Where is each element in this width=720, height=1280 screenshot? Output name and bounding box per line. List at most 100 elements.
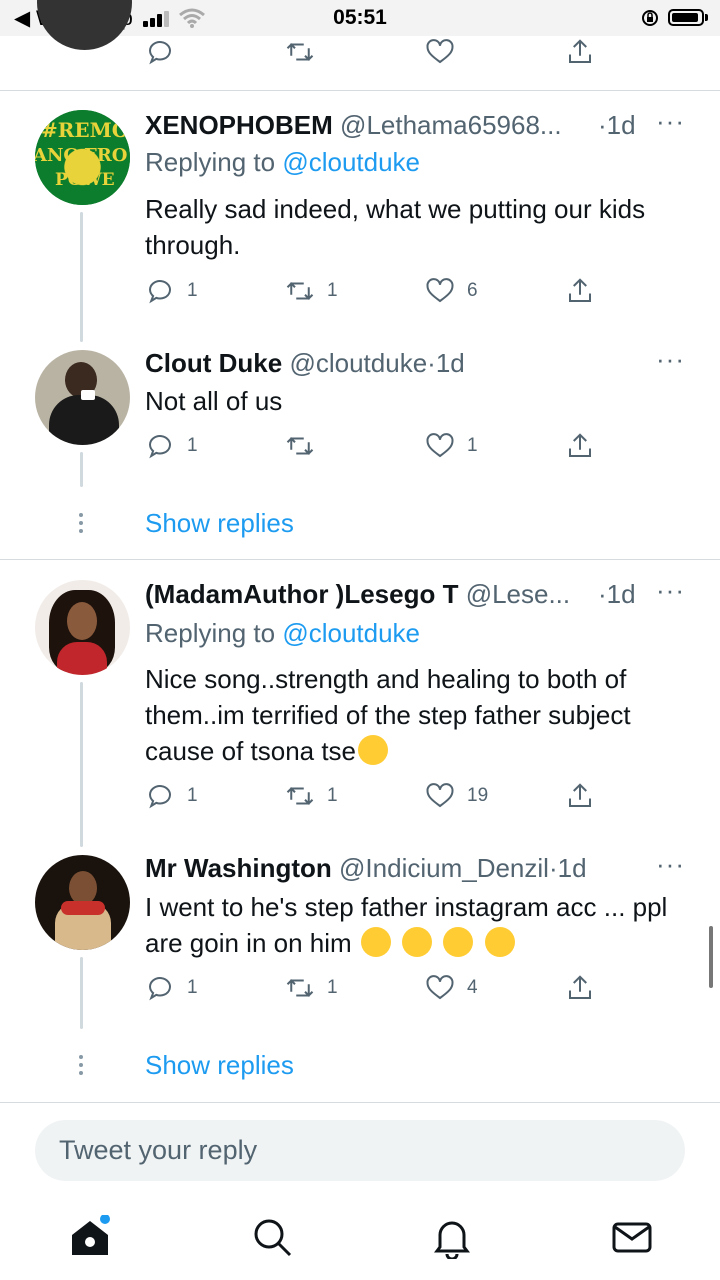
retweet-button[interactable]: 1 [285, 972, 338, 1004]
author-handle[interactable]: @Indicium_Denzil [339, 853, 549, 883]
author-name[interactable]: Mr Washington [145, 853, 332, 883]
reply-button[interactable] [145, 36, 175, 68]
show-replies-link[interactable]: Show replies [145, 508, 294, 539]
share-button[interactable] [565, 780, 595, 812]
bell-icon[interactable] [430, 1215, 474, 1259]
retweet-icon [286, 979, 314, 997]
reply-count: 1 [187, 785, 198, 806]
retweet-count: 1 [327, 977, 338, 998]
tweet-text: Not all of us [145, 386, 283, 416]
smiley-emoji-icon [360, 927, 391, 957]
tweet-text: Nice song..strength and healing to both … [145, 661, 700, 769]
author-line: XENOPHOBEM @Lethama65968... [145, 110, 562, 141]
smiley-emoji-icon [443, 927, 474, 957]
retweet-icon [286, 437, 314, 455]
divider [0, 90, 720, 91]
like-button[interactable] [425, 36, 455, 68]
tweet-reply-input[interactable] [57, 1134, 661, 1167]
replying-to-label: Replying to [145, 618, 276, 648]
scrollbar[interactable] [709, 926, 713, 988]
retweet-button[interactable] [285, 430, 327, 462]
replying-to-label: Replying to [145, 147, 276, 177]
laughing-emoji-icon [402, 927, 433, 957]
replying-to-handle[interactable]: @cloutduke [282, 618, 420, 648]
avatar-logo-text: #REMO [41, 118, 130, 142]
author-handle[interactable]: @Lese... [466, 579, 570, 609]
retweet-count: 1 [327, 280, 338, 301]
home-icon[interactable] [68, 1215, 112, 1259]
reply-icon [148, 435, 171, 459]
author-name[interactable]: Clout Duke [145, 348, 282, 378]
like-icon [426, 433, 454, 458]
reply-count: 1 [187, 977, 198, 998]
tweet-age: ·1d [427, 348, 465, 378]
like-button[interactable]: 1 [425, 430, 478, 462]
retweet-button[interactable]: 1 [285, 780, 338, 812]
share-button[interactable] [565, 275, 595, 307]
thread-line [80, 957, 83, 1029]
like-button[interactable]: 6 [425, 275, 478, 307]
reply-button[interactable]: 1 [145, 275, 198, 307]
share-icon [569, 783, 591, 807]
replying-to: Replying to @cloutduke [145, 618, 420, 649]
tweet-text: Really sad indeed, what we putting our k… [145, 194, 646, 260]
like-button[interactable]: 19 [425, 780, 488, 812]
avatar[interactable] [35, 855, 130, 950]
divider [0, 559, 720, 560]
author-handle[interactable]: @Lethama65968... [340, 110, 562, 140]
avatar[interactable] [35, 350, 130, 445]
mail-icon[interactable] [610, 1215, 654, 1259]
retweet-button[interactable]: 1 [285, 275, 338, 307]
reply-button[interactable]: 1 [145, 780, 198, 812]
reply-button[interactable]: 1 [145, 430, 198, 462]
tweet-text: I went to he's step father instagram acc… [145, 889, 700, 961]
thread-line [80, 212, 83, 342]
thread-more-dots [79, 1055, 85, 1079]
like-count: 19 [467, 785, 489, 806]
like-icon [426, 278, 454, 303]
reply-count: 1 [187, 435, 198, 456]
share-icon [569, 433, 591, 457]
more-options-button[interactable]: ··· [656, 106, 685, 137]
like-button[interactable]: 4 [425, 972, 478, 1004]
replying-to: Replying to @cloutduke [145, 147, 420, 178]
orientation-lock-icon [642, 10, 658, 26]
avatar[interactable] [37, 0, 132, 50]
more-options-button[interactable]: ··· [656, 575, 685, 606]
share-button[interactable] [565, 430, 595, 462]
like-icon [426, 39, 454, 64]
like-count: 1 [467, 435, 478, 456]
retweet-icon [286, 282, 314, 300]
author-name[interactable]: (MadamAuthor )Lesego T [145, 579, 458, 609]
laughing-emoji-icon [484, 927, 515, 957]
author-name[interactable]: XENOPHOBEM [145, 110, 333, 140]
thread-more-dots [79, 513, 85, 537]
retweet-icon [286, 787, 314, 805]
more-options-button[interactable]: ··· [656, 849, 685, 880]
reply-icon [148, 280, 171, 304]
reply-button[interactable]: 1 [145, 972, 198, 1004]
tweet-age: ·1d [548, 853, 587, 883]
reply-box[interactable] [35, 1120, 685, 1181]
share-button[interactable] [565, 36, 595, 68]
avatar-logo-text: ANC FRO [35, 145, 128, 166]
author-line: Clout Duke @cloutduke·1d [145, 348, 465, 379]
tweet-age: ·1d [598, 579, 636, 609]
avatar[interactable]: #REMO ANC FRO POWE [35, 110, 130, 205]
avatar[interactable] [35, 580, 130, 675]
share-button[interactable] [565, 972, 595, 1004]
author-handle[interactable]: @cloutduke [289, 348, 427, 378]
reply-icon [148, 977, 171, 1001]
retweet-icon [286, 43, 314, 61]
more-options-button[interactable]: ··· [656, 344, 685, 375]
replying-to-handle[interactable]: @cloutduke [282, 147, 420, 177]
like-icon [426, 783, 454, 808]
thread-line [80, 682, 83, 847]
retweet-button[interactable] [285, 36, 315, 68]
tweet-age: ·1d [598, 110, 636, 140]
share-icon [569, 39, 591, 63]
show-replies-link[interactable]: Show replies [145, 1050, 294, 1081]
divider [0, 1102, 720, 1103]
search-icon[interactable] [250, 1215, 294, 1259]
smirk-emoji-icon [358, 735, 389, 765]
